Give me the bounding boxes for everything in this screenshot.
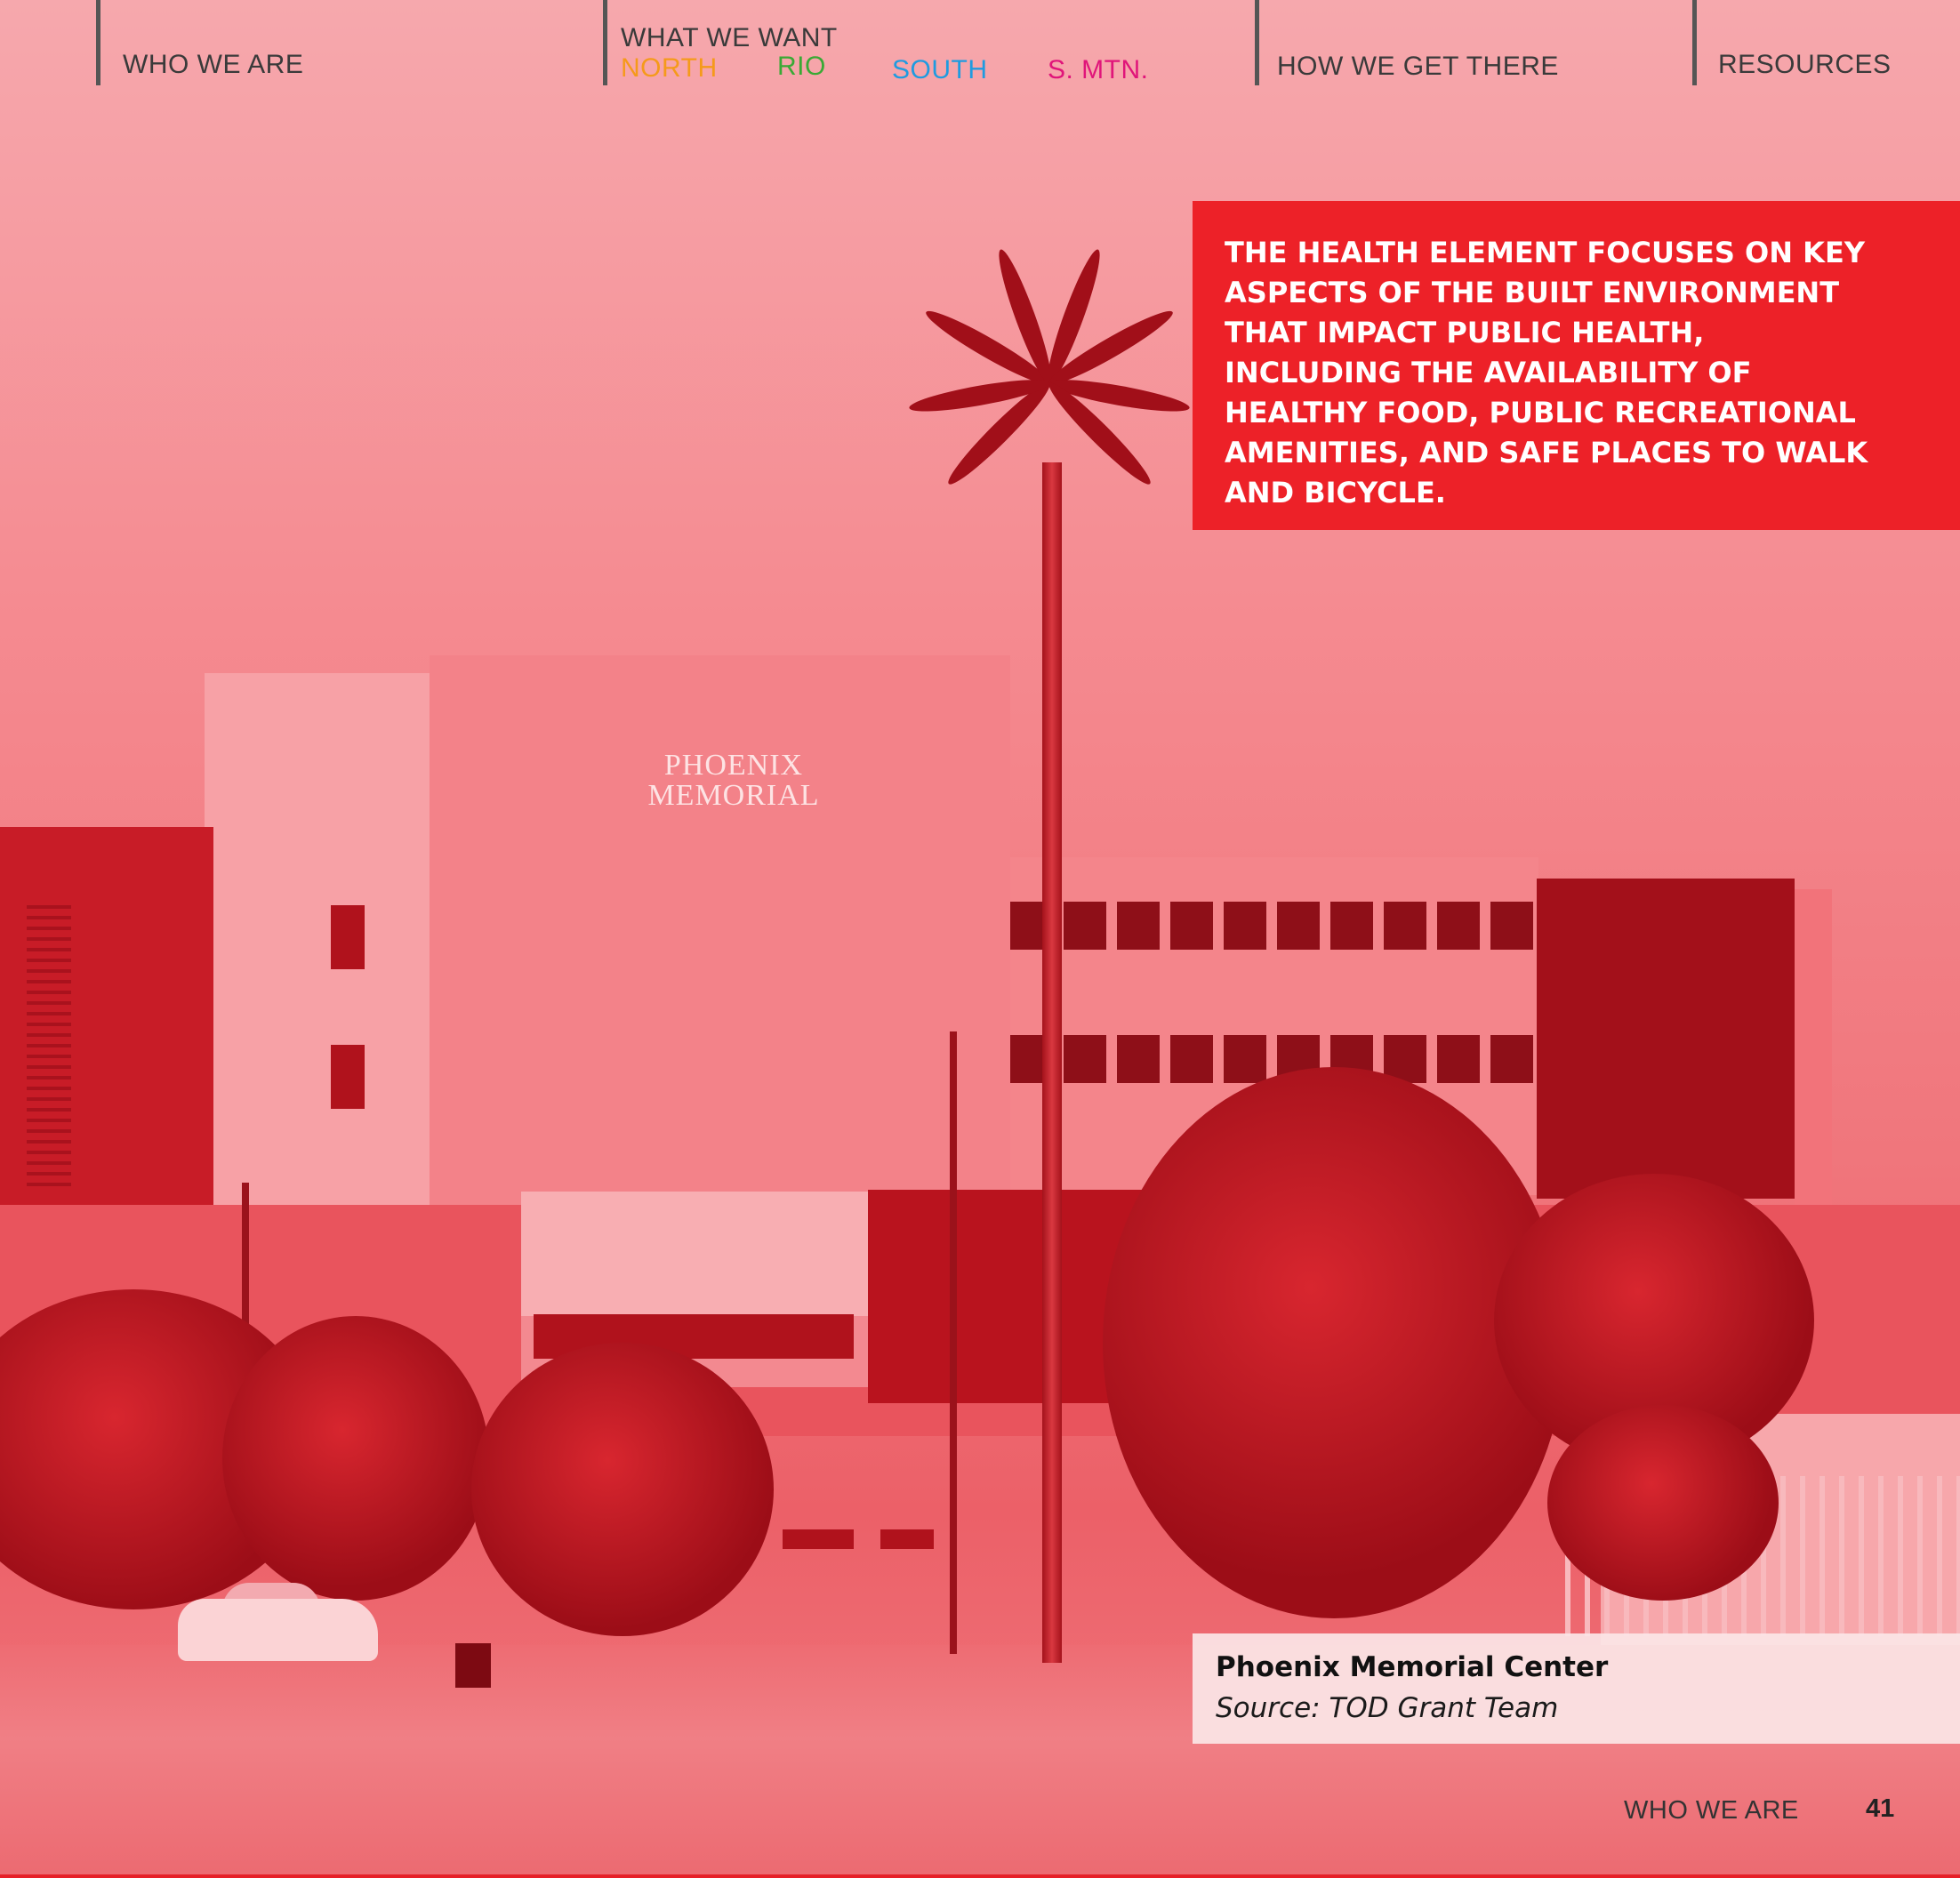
tree [1547,1405,1779,1601]
hospital-sign: PHOENIX MEMORIAL [647,749,820,812]
building-east-end [1795,889,1832,1209]
photo-caption: Phoenix Memorial Center Source: TOD Gran… [1193,1633,1960,1744]
bottom-divider [0,1874,1960,1878]
nav-sub-north[interactable]: NORTH [621,53,718,84]
nav-sub-south[interactable]: SOUTH [892,55,988,85]
nav-section-what-we-want[interactable]: WHAT WE WANT NORTH RIO SOUTH S. MTN. [603,0,1257,85]
callout-text: THE HEALTH ELEMENT FOCUSES ON KEY ASPECT… [1225,236,1868,510]
light-pole [242,1183,249,1343]
nav-sub-rio[interactable]: RIO [777,52,826,82]
parked-car [178,1599,378,1661]
building-left-tower [205,673,431,1209]
nav-what-we-want-label[interactable]: WHAT WE WANT [621,23,838,53]
trash-bin [455,1643,491,1688]
nav-section-who-we-are[interactable]: WHO WE ARE [96,0,598,85]
tree [222,1316,489,1601]
tree [471,1343,774,1636]
building-east-dark-block [1537,879,1795,1199]
nav-section-resources[interactable]: RESOURCES [1692,0,1960,85]
window [783,1529,854,1549]
nav-how-we-get-there-label[interactable]: HOW WE GET THERE [1277,52,1559,82]
window [880,1529,934,1549]
window [331,905,365,969]
page-number: 41 [1866,1794,1895,1823]
building-dark-wing [0,827,213,1209]
building-main-tower [430,655,1010,1209]
nav-sub-smtn[interactable]: S. MTN. [1048,55,1149,85]
nav-resources-label[interactable]: RESOURCES [1718,50,1892,80]
light-pole [950,1031,957,1654]
building-low-white [521,1192,868,1316]
top-navigation: WHO WE ARE WHAT WE WANT NORTH RIO SOUTH … [0,0,1960,89]
nav-who-we-are-label[interactable]: WHO WE ARE [123,50,303,80]
footer-section-label: WHO WE ARE [1624,1796,1799,1825]
health-element-callout: THE HEALTH ELEMENT FOCUSES ON KEY ASPECT… [1193,201,1960,530]
nav-section-how-we-get-there[interactable]: HOW WE GET THERE [1255,0,1695,85]
caption-title: Phoenix Memorial Center [1216,1651,1609,1683]
caption-source: Source: TOD Grant Team [1216,1692,1559,1724]
palm-tree-trunk [1042,462,1062,1663]
window [331,1045,365,1109]
